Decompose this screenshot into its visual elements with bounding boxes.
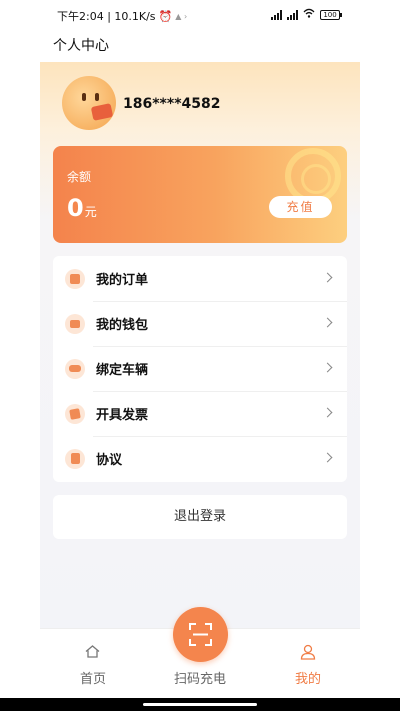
page-title: 个人中心 xyxy=(53,38,109,54)
menu-item-label: 绑定车辆 xyxy=(96,363,149,378)
balance-unit: 元 xyxy=(84,205,97,219)
recharge-button[interactable]: 充值 xyxy=(269,196,332,218)
bottom-nav: 首页 扫码充电 我的 xyxy=(40,607,360,699)
logout-button[interactable]: 退出登录 xyxy=(53,495,347,539)
alarm-icon: ⏰ xyxy=(158,9,173,23)
nav-scan-label: 扫码充电 xyxy=(173,672,226,687)
home-indicator xyxy=(0,698,400,711)
menu-list: 我的订单 我的钱包 绑定车辆 开具发票 协议 xyxy=(53,256,347,482)
status-right: 100 xyxy=(271,8,342,21)
wallet-icon xyxy=(65,313,85,334)
chevron-right-icon xyxy=(322,317,333,328)
chevron-right-icon xyxy=(322,272,333,283)
car-icon xyxy=(65,358,85,379)
signal-icon xyxy=(287,9,298,20)
balance-value: 0 元 xyxy=(67,194,97,222)
chevron-right-icon xyxy=(322,407,333,418)
battery-icon: 100 xyxy=(320,9,342,20)
agreement-icon xyxy=(65,448,85,469)
status-time: 下午2:04 | 10.1K/s xyxy=(57,10,156,23)
home-icon xyxy=(85,645,100,658)
menu-item-label: 我的钱包 xyxy=(96,318,149,333)
avatar-mouth xyxy=(90,103,114,121)
menu-item-label: 协议 xyxy=(96,453,123,468)
signal-icon xyxy=(271,9,282,20)
menu-item-invoice[interactable]: 开具发票 xyxy=(53,391,347,436)
avatar[interactable] xyxy=(62,76,116,130)
avatar-eye xyxy=(95,93,99,101)
nav-home-label: 首页 xyxy=(79,672,106,687)
notification-icon: ▲ › xyxy=(175,11,188,21)
menu-item-label: 开具发票 xyxy=(96,408,149,423)
content-area: 186****4582 余额 0 元 充值 我的订单 我的钱包 绑定车辆 开具发… xyxy=(40,62,360,628)
balance-amount: 0 xyxy=(67,194,84,222)
status-left: 下午2:04 | 10.1K/s ⏰ ▲ › xyxy=(57,8,187,24)
menu-item-wallet[interactable]: 我的钱包 xyxy=(53,301,347,346)
nav-mine[interactable]: 我的 xyxy=(268,629,348,699)
chevron-right-icon xyxy=(322,452,333,463)
nav-scan[interactable]: 扫码充电 xyxy=(160,629,240,699)
order-icon xyxy=(65,268,85,289)
user-phone: 186****4582 xyxy=(123,96,221,112)
nav-mine-label: 我的 xyxy=(294,672,321,687)
nav-home[interactable]: 首页 xyxy=(53,629,133,699)
balance-label: 余额 xyxy=(67,170,92,184)
menu-item-agreement[interactable]: 协议 xyxy=(53,436,347,481)
page-header: 个人中心 xyxy=(40,30,360,62)
avatar-eye xyxy=(82,93,86,101)
wifi-icon xyxy=(303,8,315,21)
balance-card: 余额 0 元 充值 xyxy=(53,146,347,243)
chevron-right-icon xyxy=(322,362,333,373)
person-icon xyxy=(300,644,316,660)
menu-item-label: 我的订单 xyxy=(96,273,149,288)
menu-item-bind-vehicle[interactable]: 绑定车辆 xyxy=(53,346,347,391)
status-bar: 下午2:04 | 10.1K/s ⏰ ▲ › 100 xyxy=(0,0,400,30)
menu-item-orders[interactable]: 我的订单 xyxy=(53,256,347,301)
invoice-icon xyxy=(65,403,85,424)
